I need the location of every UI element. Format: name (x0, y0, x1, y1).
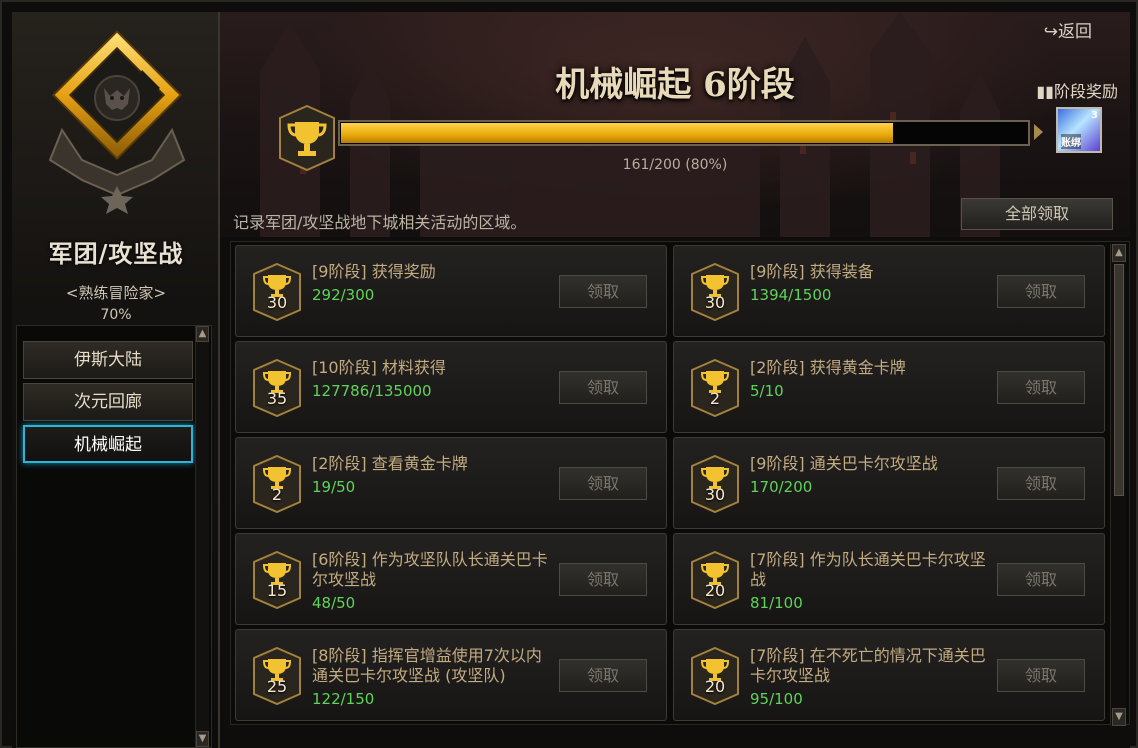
page-description: 记录军团/攻坚战地下城相关活动的区域。 (233, 213, 527, 232)
task-points: 30 (266, 293, 288, 312)
stage-reward-text: 阶段奖励 (1053, 82, 1118, 101)
task-list: 30 [9阶段] 获得奖励 292/300 领取 30 [9阶段] 获得装备 1394/15… (230, 241, 1130, 725)
task-points: 20 (704, 581, 726, 600)
claim-button[interactable]: 领取 (997, 275, 1085, 308)
task-card: 2 [2阶段] 查看黄金卡牌 19/50 领取 (235, 437, 667, 529)
task-progress: 170/200 (750, 478, 813, 496)
claim-button[interactable]: 领取 (997, 371, 1085, 404)
sidebar-item-label: 次元回廊 (74, 392, 142, 412)
category-scrollbar[interactable]: ▲ ▼ (195, 326, 209, 747)
task-progress: 122/150 (312, 690, 375, 708)
trophy-icon (253, 358, 301, 418)
rank-title: 军团/攻坚战 (48, 239, 184, 268)
claim-button[interactable]: 领取 (559, 467, 647, 500)
stage-title: 机械崛起 6阶段 (555, 65, 795, 105)
back-button[interactable]: ↪返回 (1044, 17, 1092, 42)
task-points: 35 (266, 389, 288, 408)
task-card: 20 [7阶段] 作为队长通关巴卡尔攻坚战 81/100 领取 (673, 533, 1105, 625)
scroll-thumb[interactable] (1114, 264, 1124, 496)
claim-button[interactable]: 领取 (997, 563, 1085, 596)
task-points: 30 (704, 293, 726, 312)
back-label: 返回 (1058, 22, 1092, 42)
rank-percent: 70% (100, 307, 132, 323)
claim-button[interactable]: 领取 (559, 275, 647, 308)
scroll-down-icon[interactable]: ▼ (1112, 708, 1126, 726)
trophy-icon (691, 358, 739, 418)
guild-emblem-icon (48, 30, 186, 214)
task-progress: 48/50 (312, 594, 356, 612)
task-points: 15 (266, 581, 288, 600)
reward-bind-tag: 账绑 (1061, 134, 1081, 149)
scroll-down-icon[interactable]: ▼ (196, 731, 209, 747)
task-card: 20 [7阶段] 在不死亡的情况下通关巴卡尔攻坚战 95/100 领取 (673, 629, 1105, 721)
task-progress: 95/100 (750, 690, 803, 708)
task-title: [9阶段] 通关巴卡尔攻坚战 (750, 454, 938, 473)
task-scrollbar[interactable]: ▲ ▼ (1110, 244, 1126, 726)
claim-button[interactable]: 领取 (997, 659, 1085, 692)
task-progress: 19/50 (312, 478, 356, 496)
stage-progress-text: 161/200 (80%) (622, 157, 728, 173)
sidebar-item-dimension-corridor[interactable]: 次元回廊 (23, 383, 193, 421)
trophy-icon (253, 550, 301, 610)
stage-reward-label: ▮▮阶段奖励 (1036, 78, 1118, 102)
task-title: [2阶段] 查看黄金卡牌 (312, 454, 468, 473)
sidebar-item-isys[interactable]: 伊斯大陆 (23, 341, 193, 379)
task-title: [8阶段] 指挥官增益使用7次以内通关巴卡尔攻坚战 (攻坚队) (312, 646, 542, 685)
reward-count: 3 (1091, 110, 1098, 121)
claim-button[interactable]: 领取 (559, 371, 647, 404)
task-points: 2 (271, 485, 283, 504)
task-title: [2阶段] 获得黄金卡牌 (750, 358, 906, 377)
task-card: 35 [10阶段] 材料获得 127786/135000 领取 (235, 341, 667, 433)
task-progress: 127786/135000 (312, 382, 432, 400)
claim-button[interactable]: 领取 (559, 563, 647, 596)
task-progress: 5/10 (750, 382, 784, 400)
task-points: 25 (266, 677, 288, 696)
progress-arrow-icon (1034, 124, 1043, 140)
trophy-icon (691, 646, 739, 706)
task-title: [9阶段] 获得奖励 (312, 262, 436, 281)
left-panel: 军团/攻坚战 <熟练冒险家> 70% 伊斯大陆 次元回廊 机械崛起 ▲ ▼ (12, 12, 220, 748)
task-card: 30 [9阶段] 获得装备 1394/1500 领取 (673, 245, 1105, 337)
trophy-icon (691, 262, 739, 322)
task-points: 2 (709, 389, 721, 408)
scroll-up-icon[interactable]: ▲ (196, 326, 209, 342)
stage-progress-bar (338, 120, 1030, 146)
task-card: 25 [8阶段] 指挥官增益使用7次以内通关巴卡尔攻坚战 (攻坚队) 122/150… (235, 629, 667, 721)
trophy-icon (691, 454, 739, 514)
task-progress: 292/300 (312, 286, 375, 304)
task-progress: 1394/1500 (750, 286, 832, 304)
stage-banner: 机械崛起 6阶段 ↪返回 ▮▮阶段奖励 3 账绑 161/200 (80%) 记… (220, 12, 1130, 237)
stage-progress-fill (341, 123, 893, 143)
claim-all-button[interactable]: 全部领取 (961, 198, 1113, 230)
back-arrow-icon: ↪ (1043, 22, 1058, 42)
task-points: 30 (704, 485, 726, 504)
sidebar-item-mechanical-rise[interactable]: 机械崛起 (23, 425, 193, 463)
task-points: 20 (704, 677, 726, 696)
task-card: 30 [9阶段] 通关巴卡尔攻坚战 170/200 领取 (673, 437, 1105, 529)
gift-icon: ▮▮ (1036, 82, 1054, 101)
task-progress: 81/100 (750, 594, 803, 612)
sidebar-item-label: 伊斯大陆 (74, 350, 142, 370)
task-title: [6阶段] 作为攻坚队队长通关巴卡尔攻坚战 (312, 550, 548, 589)
trophy-icon (253, 646, 301, 706)
trophy-icon (691, 550, 739, 610)
task-card: 15 [6阶段] 作为攻坚队队长通关巴卡尔攻坚战 48/50 领取 (235, 533, 667, 625)
category-list: 伊斯大陆 次元回廊 机械崛起 ▲ ▼ (16, 325, 212, 748)
main-panel: 机械崛起 6阶段 ↪返回 ▮▮阶段奖励 3 账绑 161/200 (80%) 记… (220, 12, 1130, 748)
claim-button[interactable]: 领取 (997, 467, 1085, 500)
scroll-up-icon[interactable]: ▲ (1112, 244, 1126, 262)
claim-button[interactable]: 领取 (559, 659, 647, 692)
task-card: 30 [9阶段] 获得奖励 292/300 领取 (235, 245, 667, 337)
task-title: [10阶段] 材料获得 (312, 358, 446, 377)
sidebar-item-label: 机械崛起 (74, 435, 142, 455)
stage-reward-item[interactable]: 3 账绑 (1056, 107, 1102, 153)
task-title: [9阶段] 获得装备 (750, 262, 874, 281)
rank-subtitle: <熟练冒险家> (65, 284, 167, 302)
trophy-icon (253, 262, 301, 322)
task-title: [7阶段] 作为队长通关巴卡尔攻坚战 (750, 550, 986, 589)
trophy-icon (253, 454, 301, 514)
task-title: [7阶段] 在不死亡的情况下通关巴卡尔攻坚战 (750, 646, 986, 685)
task-card: 2 [2阶段] 获得黄金卡牌 5/10 领取 (673, 341, 1105, 433)
